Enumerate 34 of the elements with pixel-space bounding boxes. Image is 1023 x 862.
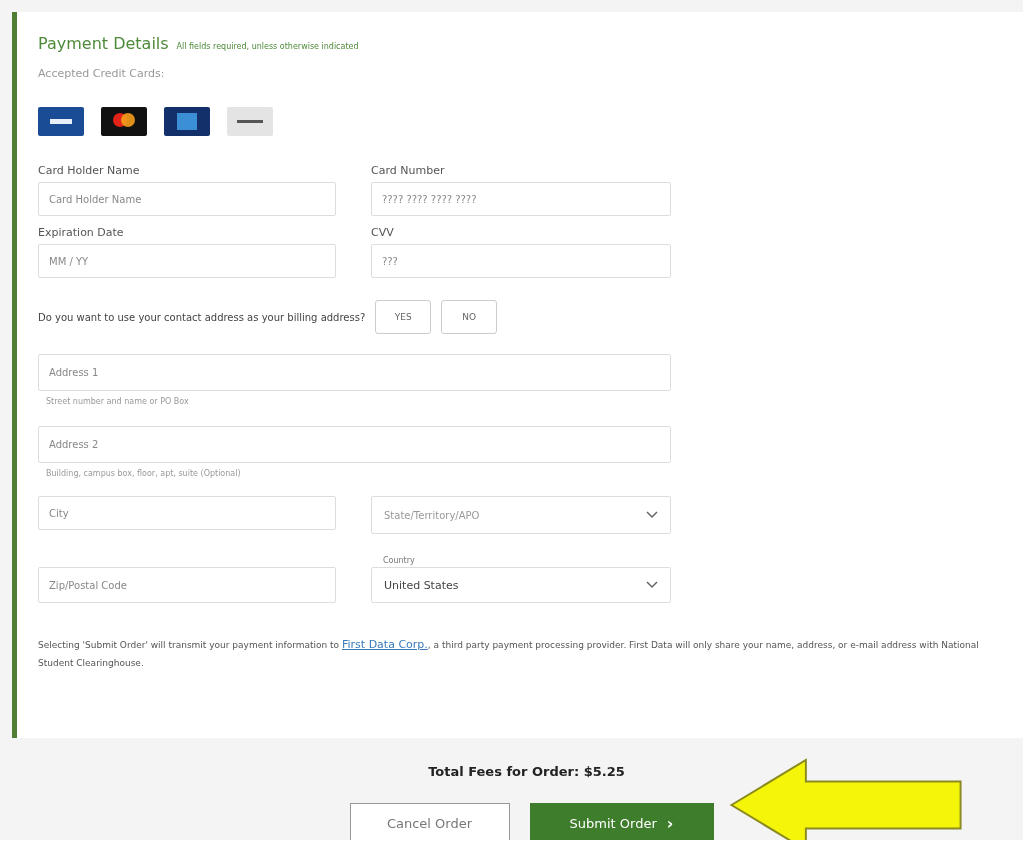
- chevron-down-icon: [646, 581, 658, 589]
- order-total: Total Fees for Order: $5.25: [428, 764, 625, 779]
- field-hint: Street number and name or PO Box: [46, 397, 190, 406]
- card-holder-field[interactable]: Card Holder Name: [38, 182, 336, 216]
- city-field[interactable]: City: [38, 496, 336, 530]
- field-label: Country: [383, 555, 416, 567]
- card-icon: [101, 107, 147, 136]
- zip-field[interactable]: Zip/Postal Code: [38, 567, 336, 603]
- field-hint: Building, campus box, floor, apt, suite (Optional): [46, 469, 242, 478]
- accepted-cards-label: Accepted Credit Cards:: [38, 67, 166, 80]
- card-number-field[interactable]: ???? ???? ???? ????: [371, 182, 671, 216]
- cvv-field[interactable]: ???: [371, 244, 671, 278]
- required-note: All fields required, unless otherwise indicated: [176, 42, 359, 51]
- field-label: Card Holder Name: [38, 164, 141, 177]
- cancel-order-button[interactable]: Cancel Order: [349, 803, 510, 843]
- card-icon: [227, 107, 273, 136]
- section-title: Payment Details: [38, 34, 169, 53]
- expiration-field[interactable]: MM / YY: [38, 244, 336, 278]
- submit-order-button[interactable]: Submit Order ›: [529, 803, 714, 843]
- billing-question: Do you want to use your contact address as your billing address?: [38, 311, 366, 323]
- first-data-link[interactable]: First Data Corp.: [342, 638, 428, 651]
- card-icon: [164, 107, 210, 136]
- choice-button[interactable]: YES: [375, 300, 432, 334]
- address-field[interactable]: Address 1: [38, 354, 671, 391]
- country-dropdown[interactable]: United States: [371, 567, 671, 603]
- choice-button[interactable]: NO: [441, 300, 498, 334]
- state-dropdown[interactable]: State/Territory/APO: [371, 496, 671, 534]
- card-icon: [38, 107, 84, 136]
- field-label: CVV: [371, 226, 395, 239]
- field-label: Expiration Date: [38, 226, 125, 239]
- field-label: Card Number: [371, 164, 446, 177]
- address-field[interactable]: Address 2: [38, 426, 671, 463]
- disclaimer-text: Selecting 'Submit Order' will transmit your payment information to First Data Corp., a third party payment processing provider. First Data will only share your name, address, or e-mail address with National Student Clearinghouse.: [38, 637, 980, 670]
- chevron-down-icon: [646, 511, 658, 519]
